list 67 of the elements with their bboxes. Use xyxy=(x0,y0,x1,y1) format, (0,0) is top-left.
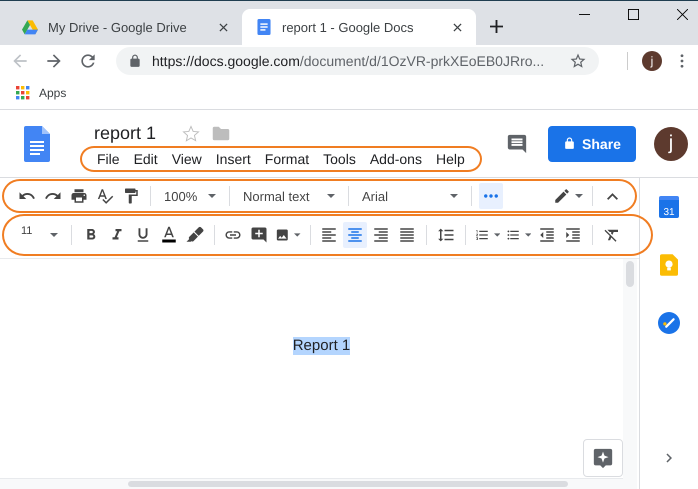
scrollbar-thumb[interactable] xyxy=(626,261,634,287)
paragraph-style-dropdown[interactable]: Normal text xyxy=(237,183,341,209)
apps-grid-icon xyxy=(16,86,30,100)
document-title[interactable]: report 1 xyxy=(94,123,156,144)
maximize-icon[interactable] xyxy=(628,9,639,20)
document-text: Report 1 xyxy=(292,337,350,355)
menu-item[interactable]: Edit xyxy=(126,151,165,167)
menu-item[interactable]: File xyxy=(90,151,127,167)
indent-decrease-icon xyxy=(538,226,556,244)
docs-logo-icon[interactable] xyxy=(24,126,50,162)
close-icon[interactable] xyxy=(219,22,228,32)
align-left-icon xyxy=(320,226,338,244)
scrollbar-thumb[interactable] xyxy=(128,481,568,487)
account-avatar[interactable]: j xyxy=(654,126,688,160)
comment-icon[interactable] xyxy=(506,132,528,154)
document-icon xyxy=(256,19,272,35)
menu-item[interactable]: Tools xyxy=(316,151,363,167)
lock-icon xyxy=(128,54,142,68)
drive-icon xyxy=(22,19,38,35)
more-icon xyxy=(484,194,498,198)
url-text: https://docs.google.com/document/d/1OzVR-prkXEoEB0JRro... xyxy=(152,53,546,69)
star-icon[interactable] xyxy=(182,124,200,142)
close-icon[interactable] xyxy=(677,9,688,20)
add-comment-icon xyxy=(250,226,268,244)
caret-icon xyxy=(450,194,458,198)
caret-icon xyxy=(50,233,58,237)
tasks-icon[interactable] xyxy=(658,312,680,334)
line-spacing-icon xyxy=(437,226,456,244)
zoom-dropdown[interactable]: 100% xyxy=(158,183,222,209)
tab-title: report 1 - Google Docs xyxy=(282,20,415,34)
align-center-button[interactable] xyxy=(343,222,368,248)
more-button[interactable] xyxy=(479,183,503,209)
browser-tab[interactable]: My Drive - Google Drive xyxy=(8,9,242,45)
menu-item[interactable]: Help xyxy=(428,151,472,167)
explore-button[interactable] xyxy=(583,439,623,477)
menu-item[interactable]: Insert xyxy=(208,151,258,167)
marker-icon xyxy=(186,226,204,244)
text-color-icon xyxy=(160,226,178,244)
spellcheck-icon xyxy=(96,187,114,205)
font-dropdown[interactable]: Arial xyxy=(356,183,464,209)
sparkle-icon xyxy=(592,447,614,469)
tab-title: My Drive - Google Drive xyxy=(48,20,188,34)
chevron-up-icon xyxy=(606,192,618,200)
printer-icon xyxy=(70,187,88,205)
star-icon[interactable] xyxy=(569,52,587,70)
menu-item[interactable]: View xyxy=(164,151,209,167)
browser-tab[interactable]: report 1 - Google Docs xyxy=(242,9,476,45)
close-icon[interactable] xyxy=(453,22,462,32)
menu-item[interactable]: Add-ons xyxy=(362,151,429,167)
new-tab-icon[interactable] xyxy=(490,20,503,33)
share-button[interactable]: Share xyxy=(548,126,636,162)
calendar-icon[interactable]: 31 xyxy=(659,196,679,218)
bookmark-link[interactable]: Apps xyxy=(39,86,66,100)
align-center-icon xyxy=(346,226,364,244)
menu-icon[interactable] xyxy=(680,54,684,68)
lock-icon xyxy=(563,137,576,150)
justify-icon xyxy=(398,226,416,244)
paint-roller-icon xyxy=(122,187,140,205)
address-bar[interactable]: https://docs.google.com/document/d/1OzVR-prkXEoEB0JRro... xyxy=(116,47,599,75)
indent-increase-icon xyxy=(564,226,582,244)
menu-item[interactable]: Format xyxy=(258,151,316,167)
align-right-icon xyxy=(372,226,390,244)
font-size-dropdown[interactable]: 11 xyxy=(15,222,64,248)
pencil-icon xyxy=(553,187,571,205)
profile-avatar[interactable]: j xyxy=(642,51,662,71)
caret-icon xyxy=(327,194,335,198)
caret-icon xyxy=(208,194,216,198)
